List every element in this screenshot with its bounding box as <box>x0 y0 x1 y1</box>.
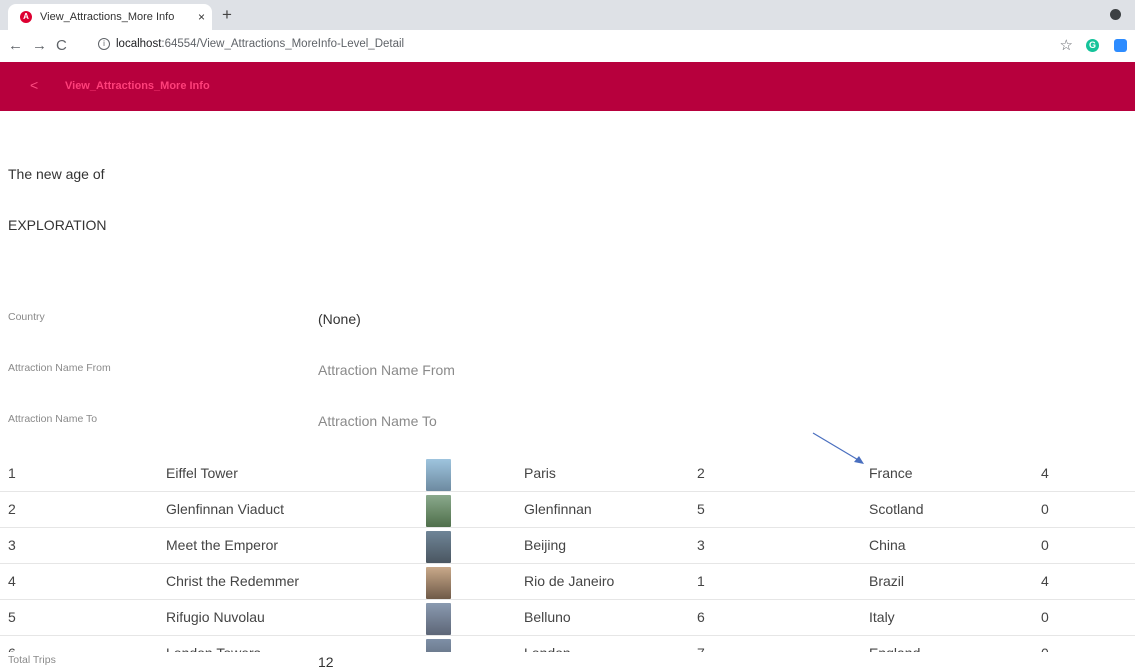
attraction-to-label: Attraction Name To <box>8 413 98 425</box>
city-id-cell: 1 <box>697 573 705 589</box>
city-name-cell: London <box>524 645 571 652</box>
country-name-cell: France <box>869 465 913 481</box>
attraction-photo <box>426 495 451 527</box>
attraction-from-input[interactable] <box>318 362 578 378</box>
table-row[interactable]: 1 Eiffel Tower Paris 2 France 4 <box>0 456 1135 492</box>
attraction-to-input[interactable] <box>318 413 578 429</box>
tab-title: View_Attractions_More Info <box>40 11 175 23</box>
attraction-photo <box>426 459 451 491</box>
attraction-id-cell: 2 <box>8 501 16 517</box>
attraction-photo <box>426 531 451 563</box>
attraction-id-cell: 5 <box>8 609 16 625</box>
grammarly-extension-icon[interactable]: G <box>1086 39 1099 52</box>
url-path: :64554/View_Attractions_MoreInfo-Level_D… <box>161 38 405 51</box>
attraction-from-label: Attraction Name From <box>8 362 111 374</box>
total-trips-label: Total Trips <box>8 654 56 666</box>
header-back-icon[interactable]: < <box>30 77 38 93</box>
url-host: localhost <box>116 38 162 51</box>
attraction-name-cell: London Towers <box>166 645 261 652</box>
attraction-name-cell: Glenfinnan Viaduct <box>166 501 285 517</box>
trips-count-cell: 4 <box>1041 573 1049 589</box>
city-id-cell: 7 <box>697 645 705 652</box>
profile-icon[interactable] <box>1110 9 1121 20</box>
city-id-cell: 3 <box>697 537 705 553</box>
trips-count-cell: 0 <box>1041 609 1049 625</box>
table-row[interactable]: 4 Christ the Redemmer Rio de Janeiro 1 Brazi… <box>0 564 1135 600</box>
attraction-id-cell: 4 <box>8 573 16 589</box>
trips-count-cell: 4 <box>1041 465 1049 481</box>
attraction-photo <box>426 603 451 635</box>
city-id-cell: 2 <box>697 465 705 481</box>
table-row[interactable]: 2 Glenfinnan Viaduct Glenfinnan 5 Scotland 0 <box>0 492 1135 528</box>
new-tab-button[interactable]: + <box>222 4 232 26</box>
table-row[interactable]: 3 Meet the Emperor Beijing 3 China 0 <box>0 528 1135 564</box>
country-name-cell: China <box>869 537 906 553</box>
city-name-cell: Belluno <box>524 609 571 625</box>
city-id-cell: 6 <box>697 609 705 625</box>
trips-count-cell: 0 <box>1041 645 1049 652</box>
info-icon[interactable]: i <box>98 38 110 50</box>
country-select[interactable]: (None) <box>318 311 361 327</box>
attractions-grid: 1 Eiffel Tower Paris 2 France 4 2 Glenfinnan Vi… <box>0 456 1135 652</box>
address-bar[interactable]: i localhost:64554/View_Attractions_MoreIn… <box>98 38 404 50</box>
attraction-photo <box>426 567 451 599</box>
back-arrow-icon[interactable]: ← <box>8 36 23 56</box>
bookmark-star-icon[interactable]: ☆ <box>1060 36 1073 54</box>
country-name-cell: England <box>869 645 920 652</box>
browser-tab[interactable]: A View_Attractions_More Info × <box>8 4 212 30</box>
browser-tab-bar: A View_Attractions_More Info × + <box>0 0 1135 30</box>
attraction-id-cell: 1 <box>8 465 16 481</box>
tab-close-icon[interactable]: × <box>198 10 205 24</box>
attraction-name-cell: Meet the Emperor <box>166 537 279 553</box>
attraction-name-cell: Rifugio Nuvolau <box>166 609 265 625</box>
country-label: Country <box>8 311 45 323</box>
hero-title: EXPLORATION <box>8 217 107 233</box>
angular-favicon-icon: A <box>20 11 32 23</box>
zoom-extension-icon[interactable] <box>1114 39 1127 52</box>
table-row[interactable]: 5 Rifugio Nuvolau Belluno 6 Italy 0 <box>0 600 1135 636</box>
attraction-id-cell: 6 <box>8 645 16 652</box>
attraction-photo <box>426 639 451 652</box>
country-name-cell: Italy <box>869 609 895 625</box>
city-name-cell: Paris <box>524 465 556 481</box>
city-name-cell: Glenfinnan <box>524 501 592 517</box>
attraction-name-cell: Eiffel Tower <box>166 465 238 481</box>
attraction-name-cell: Christ the Redemmer <box>166 573 300 589</box>
app-header: < View_Attractions_More Info <box>0 62 1135 111</box>
total-trips-value: 12 <box>318 654 334 670</box>
trips-count-cell: 0 <box>1041 537 1049 553</box>
browser-toolbar: ← → C i localhost:64554/View_Attractions_… <box>0 30 1135 63</box>
country-name-cell: Scotland <box>869 501 924 517</box>
page-title: View_Attractions_More Info <box>65 80 210 92</box>
attraction-id-cell: 3 <box>8 537 16 553</box>
trips-count-cell: 0 <box>1041 501 1049 517</box>
city-name-cell: Beijing <box>524 537 567 553</box>
reload-icon[interactable]: C <box>56 36 67 56</box>
table-row[interactable]: 6 London Towers London 7 England 0 <box>0 636 1135 652</box>
forward-arrow-icon[interactable]: → <box>32 36 47 56</box>
country-name-cell: Brazil <box>869 573 905 589</box>
city-id-cell: 5 <box>697 501 705 517</box>
hero-subtitle: The new age of <box>8 166 105 182</box>
city-name-cell: Rio de Janeiro <box>524 573 615 589</box>
